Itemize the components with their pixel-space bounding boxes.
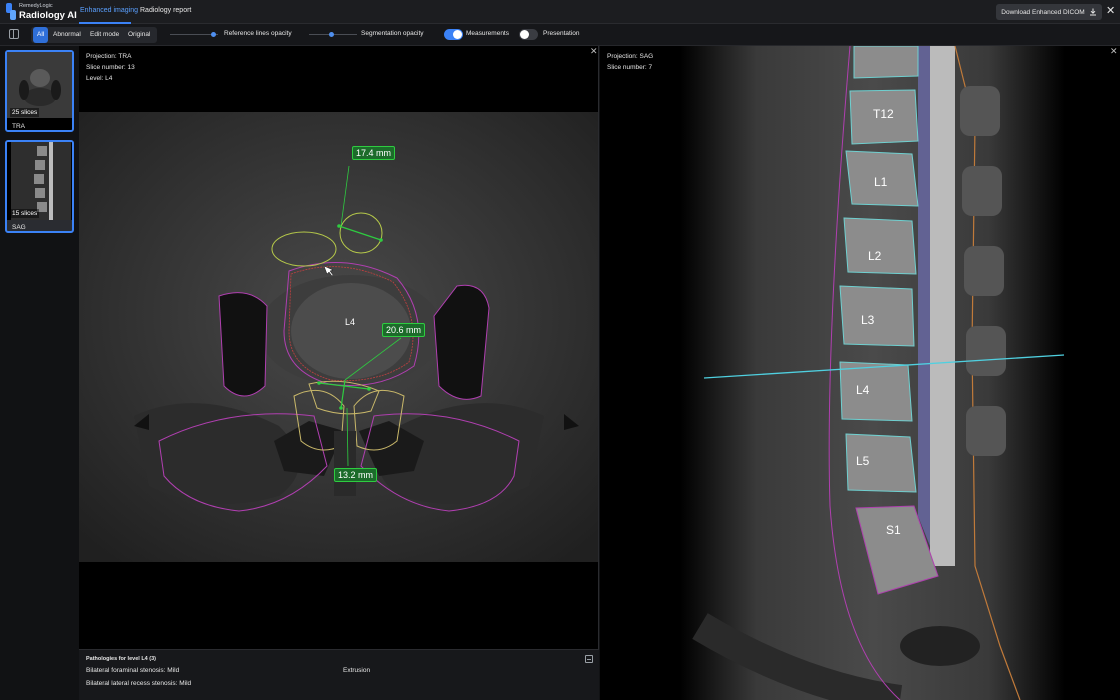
vertebra-label: L2 (868, 249, 882, 263)
collapse-panel-icon[interactable] (585, 655, 593, 663)
download-icon (1089, 8, 1096, 16)
presentation-label: Presentation (543, 30, 580, 37)
thumbnail-slice-count: 25 slices (10, 108, 40, 117)
app-logo-icon (6, 3, 16, 20)
measurements-toggle[interactable] (444, 29, 463, 40)
measurement-label[interactable]: 17.4 mm (352, 146, 396, 160)
reference-lines-label: Reference lines opacity (224, 30, 292, 37)
pathologies-panel (79, 649, 599, 700)
axial-mri-image (79, 46, 598, 649)
pathology-item[interactable]: Bilateral lateral recess stenosis: Mild (86, 680, 191, 687)
filter-abnormal-button[interactable]: Abnormal (49, 27, 85, 43)
pathology-item[interactable]: Extrusion (343, 667, 370, 674)
segmentation-opacity-slider-knob[interactable] (328, 32, 334, 37)
close-icon[interactable]: ✕ (1106, 4, 1115, 17)
axial-slice-number: Slice number: 13 (86, 64, 135, 71)
measurement-label[interactable]: 20.6 mm (382, 323, 426, 337)
tab-radiology-report[interactable]: Radiology report (140, 7, 191, 14)
vertebra-label: S1 (886, 523, 901, 537)
sagittal-viewport[interactable]: T12 L1 L2 L3 L4 L5 S1 Projection: SAG Sl… (600, 46, 1120, 700)
close-viewport-icon[interactable]: ✕ (590, 46, 598, 57)
axial-level: Level: L4 (86, 75, 113, 82)
company-name: RemedyLogic (19, 3, 53, 9)
sagittal-slice-number: Slice number: 7 (607, 64, 653, 71)
measurement-label[interactable]: 13.2 mm (334, 468, 378, 482)
filter-all-button[interactable]: All (33, 27, 49, 43)
app-title: Radiology AI (19, 10, 77, 21)
presentation-toggle[interactable] (519, 29, 538, 40)
vertebra-label: L3 (861, 313, 875, 327)
series-thumbnail-tra[interactable]: 25 slices TRA (5, 50, 74, 132)
vertebra-label: L5 (856, 454, 870, 468)
filter-original-button[interactable]: Original (124, 27, 154, 43)
vertebra-label: T12 (873, 107, 894, 121)
sidebar-toggle-icon[interactable] (9, 29, 19, 39)
axial-info: Projection: TRA Slice number: 13 Level: … (86, 51, 135, 84)
thumbnail-name: TRA (12, 123, 25, 130)
pathologies-title: Pathologies for level L4 (3) (86, 656, 156, 662)
sagittal-projection: Projection: SAG (607, 53, 654, 60)
series-thumbnail-sag[interactable]: 15 slices SAG (5, 140, 74, 233)
sagittal-mri-image: T12 L1 L2 L3 L4 L5 S1 (600, 46, 1120, 700)
segmentation-opacity-label: Segmentation opacity (361, 30, 424, 37)
vertebra-label: L4 (345, 317, 356, 327)
thumbnail-image-tra (7, 52, 72, 130)
download-label: Download Enhanced DICOM (1001, 8, 1085, 16)
tab-enhanced-imaging[interactable]: Enhanced imaging (80, 7, 138, 14)
download-dicom-button[interactable]: Download Enhanced DICOM (996, 4, 1102, 20)
measurements-label: Measurements (466, 30, 509, 37)
sagittal-info: Projection: SAG Slice number: 7 (607, 51, 653, 73)
close-viewport-icon[interactable]: ✕ (1110, 46, 1118, 57)
axial-projection: Projection: TRA (86, 53, 132, 60)
axial-viewport[interactable]: Projection: TRA Slice number: 13 Level: … (79, 46, 599, 649)
vertebra-label: L1 (874, 175, 888, 189)
pathology-item[interactable]: Bilateral foraminal stenosis: Mild (86, 667, 179, 674)
thumbnail-name: SAG (12, 224, 26, 231)
vertebra-label: L4 (856, 383, 870, 397)
filter-edit-mode-button[interactable]: Edit mode (86, 27, 123, 43)
thumbnail-slice-count: 15 slices (10, 209, 40, 218)
